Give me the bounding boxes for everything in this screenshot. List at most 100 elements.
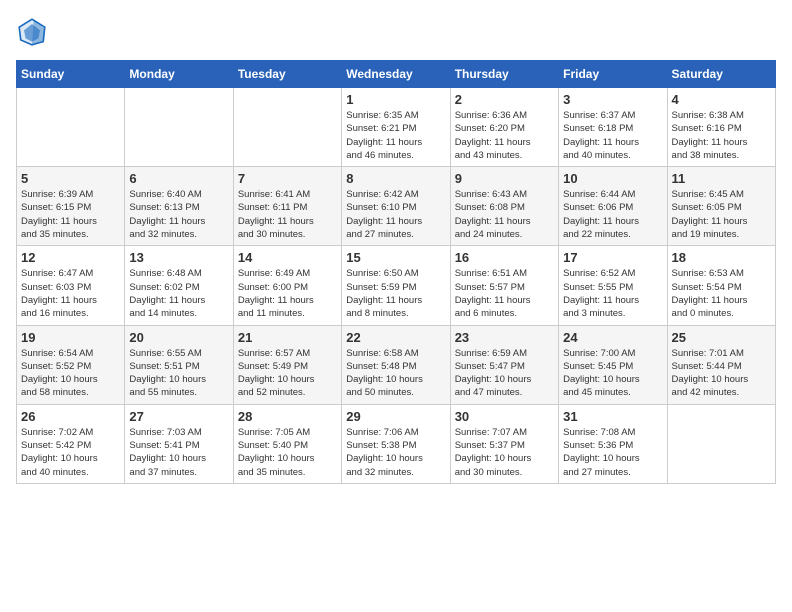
day-info: Sunrise: 6:58 AM Sunset: 5:48 PM Dayligh… <box>346 347 445 400</box>
weekday-header-thursday: Thursday <box>450 61 558 88</box>
calendar-cell: 16 Sunrise: 6:51 AM Sunset: 5:57 PM Dayli… <box>450 246 558 325</box>
weekday-header-tuesday: Tuesday <box>233 61 341 88</box>
day-number: 12 <box>21 250 120 265</box>
day-info: Sunrise: 6:36 AM Sunset: 6:20 PM Dayligh… <box>455 109 554 162</box>
calendar-week-4: 26 Sunrise: 7:02 AM Sunset: 5:42 PM Dayli… <box>17 404 776 483</box>
calendar-cell: 28Sunrise: 7:05 AM Sunset: 5:40 PM Dayli… <box>233 404 341 483</box>
calendar-week-1: 5Sunrise: 6:39 AM Sunset: 6:15 PM Daylig… <box>17 167 776 246</box>
calendar-cell: 27Sunrise: 7:03 AM Sunset: 5:41 PM Dayli… <box>125 404 233 483</box>
calendar-cell: 19Sunrise: 6:54 AM Sunset: 5:52 PM Dayli… <box>17 325 125 404</box>
logo-icon <box>16 16 48 48</box>
weekday-header-wednesday: Wednesday <box>342 61 450 88</box>
day-number: 15 <box>346 250 445 265</box>
weekday-header-saturday: Saturday <box>667 61 775 88</box>
page-header <box>16 16 776 48</box>
calendar-cell: 21 Sunrise: 6:57 AM Sunset: 5:49 PM Dayli… <box>233 325 341 404</box>
calendar-cell: 7 Sunrise: 6:41 AM Sunset: 6:11 PM Daylig… <box>233 167 341 246</box>
day-info: Sunrise: 6:51 AM Sunset: 5:57 PM Dayligh… <box>455 267 554 320</box>
day-info: Sunrise: 6:57 AM Sunset: 5:49 PM Dayligh… <box>238 347 337 400</box>
day-number: 26 <box>21 409 120 424</box>
day-number: 21 <box>238 330 337 345</box>
calendar-cell: 9 Sunrise: 6:43 AM Sunset: 6:08 PM Daylig… <box>450 167 558 246</box>
calendar-week-3: 19Sunrise: 6:54 AM Sunset: 5:52 PM Dayli… <box>17 325 776 404</box>
day-number: 17 <box>563 250 662 265</box>
calendar-cell: 13 Sunrise: 6:48 AM Sunset: 6:02 PM Dayli… <box>125 246 233 325</box>
calendar-cell: 24 Sunrise: 7:00 AM Sunset: 5:45 PM Dayli… <box>559 325 667 404</box>
day-info: Sunrise: 6:42 AM Sunset: 6:10 PM Dayligh… <box>346 188 445 241</box>
day-info: Sunrise: 6:59 AM Sunset: 5:47 PM Dayligh… <box>455 347 554 400</box>
day-info: Sunrise: 6:37 AM Sunset: 6:18 PM Dayligh… <box>563 109 662 162</box>
day-number: 9 <box>455 171 554 186</box>
calendar-cell: 17 Sunrise: 6:52 AM Sunset: 5:55 PM Dayli… <box>559 246 667 325</box>
calendar-cell: 29 Sunrise: 7:06 AM Sunset: 5:38 PM Dayli… <box>342 404 450 483</box>
calendar-cell: 20 Sunrise: 6:55 AM Sunset: 5:51 PM Dayli… <box>125 325 233 404</box>
calendar-cell: 14Sunrise: 6:49 AM Sunset: 6:00 PM Dayli… <box>233 246 341 325</box>
day-info: Sunrise: 6:48 AM Sunset: 6:02 PM Dayligh… <box>129 267 228 320</box>
day-info: Sunrise: 6:49 AM Sunset: 6:00 PM Dayligh… <box>238 267 337 320</box>
day-number: 18 <box>672 250 771 265</box>
calendar-cell: 31 Sunrise: 7:08 AM Sunset: 5:36 PM Dayli… <box>559 404 667 483</box>
day-info: Sunrise: 6:55 AM Sunset: 5:51 PM Dayligh… <box>129 347 228 400</box>
calendar-cell: 15 Sunrise: 6:50 AM Sunset: 5:59 PM Dayli… <box>342 246 450 325</box>
day-number: 8 <box>346 171 445 186</box>
calendar-cell: 11 Sunrise: 6:45 AM Sunset: 6:05 PM Dayli… <box>667 167 775 246</box>
weekday-header-sunday: Sunday <box>17 61 125 88</box>
day-info: Sunrise: 6:35 AM Sunset: 6:21 PM Dayligh… <box>346 109 445 162</box>
day-number: 30 <box>455 409 554 424</box>
day-number: 2 <box>455 92 554 107</box>
calendar-table: SundayMondayTuesdayWednesdayThursdayFrid… <box>16 60 776 484</box>
weekday-header-monday: Monday <box>125 61 233 88</box>
day-info: Sunrise: 6:39 AM Sunset: 6:15 PM Dayligh… <box>21 188 120 241</box>
day-number: 1 <box>346 92 445 107</box>
calendar-week-2: 12 Sunrise: 6:47 AM Sunset: 6:03 PM Dayli… <box>17 246 776 325</box>
calendar-cell: 22 Sunrise: 6:58 AM Sunset: 5:48 PM Dayli… <box>342 325 450 404</box>
day-number: 27 <box>129 409 228 424</box>
day-info: Sunrise: 7:06 AM Sunset: 5:38 PM Dayligh… <box>346 426 445 479</box>
calendar-cell <box>17 88 125 167</box>
day-number: 7 <box>238 171 337 186</box>
weekday-header-friday: Friday <box>559 61 667 88</box>
day-number: 3 <box>563 92 662 107</box>
day-number: 13 <box>129 250 228 265</box>
calendar-cell: 8 Sunrise: 6:42 AM Sunset: 6:10 PM Daylig… <box>342 167 450 246</box>
day-info: Sunrise: 7:02 AM Sunset: 5:42 PM Dayligh… <box>21 426 120 479</box>
day-info: Sunrise: 6:45 AM Sunset: 6:05 PM Dayligh… <box>672 188 771 241</box>
day-info: Sunrise: 7:00 AM Sunset: 5:45 PM Dayligh… <box>563 347 662 400</box>
logo <box>16 16 52 48</box>
day-info: Sunrise: 6:47 AM Sunset: 6:03 PM Dayligh… <box>21 267 120 320</box>
day-number: 28 <box>238 409 337 424</box>
day-info: Sunrise: 6:52 AM Sunset: 5:55 PM Dayligh… <box>563 267 662 320</box>
calendar-cell: 5Sunrise: 6:39 AM Sunset: 6:15 PM Daylig… <box>17 167 125 246</box>
day-number: 29 <box>346 409 445 424</box>
calendar-cell: 6Sunrise: 6:40 AM Sunset: 6:13 PM Daylig… <box>125 167 233 246</box>
day-number: 24 <box>563 330 662 345</box>
day-number: 20 <box>129 330 228 345</box>
day-number: 4 <box>672 92 771 107</box>
day-info: Sunrise: 7:07 AM Sunset: 5:37 PM Dayligh… <box>455 426 554 479</box>
day-info: Sunrise: 6:50 AM Sunset: 5:59 PM Dayligh… <box>346 267 445 320</box>
day-info: Sunrise: 6:43 AM Sunset: 6:08 PM Dayligh… <box>455 188 554 241</box>
calendar-cell <box>667 404 775 483</box>
weekday-header-row: SundayMondayTuesdayWednesdayThursdayFrid… <box>17 61 776 88</box>
calendar-cell: 10Sunrise: 6:44 AM Sunset: 6:06 PM Dayli… <box>559 167 667 246</box>
calendar-cell <box>233 88 341 167</box>
day-number: 11 <box>672 171 771 186</box>
day-info: Sunrise: 7:01 AM Sunset: 5:44 PM Dayligh… <box>672 347 771 400</box>
day-number: 22 <box>346 330 445 345</box>
calendar-cell: 18 Sunrise: 6:53 AM Sunset: 5:54 PM Dayli… <box>667 246 775 325</box>
day-info: Sunrise: 6:40 AM Sunset: 6:13 PM Dayligh… <box>129 188 228 241</box>
calendar-cell <box>125 88 233 167</box>
day-info: Sunrise: 7:08 AM Sunset: 5:36 PM Dayligh… <box>563 426 662 479</box>
day-info: Sunrise: 6:38 AM Sunset: 6:16 PM Dayligh… <box>672 109 771 162</box>
day-info: Sunrise: 6:41 AM Sunset: 6:11 PM Dayligh… <box>238 188 337 241</box>
day-info: Sunrise: 6:53 AM Sunset: 5:54 PM Dayligh… <box>672 267 771 320</box>
day-number: 23 <box>455 330 554 345</box>
day-number: 25 <box>672 330 771 345</box>
day-number: 16 <box>455 250 554 265</box>
calendar-cell: 26 Sunrise: 7:02 AM Sunset: 5:42 PM Dayli… <box>17 404 125 483</box>
calendar-cell: 3 Sunrise: 6:37 AM Sunset: 6:18 PM Daylig… <box>559 88 667 167</box>
day-number: 31 <box>563 409 662 424</box>
calendar-cell: 25 Sunrise: 7:01 AM Sunset: 5:44 PM Dayli… <box>667 325 775 404</box>
day-number: 10 <box>563 171 662 186</box>
calendar-cell: 1 Sunrise: 6:35 AM Sunset: 6:21 PM Daylig… <box>342 88 450 167</box>
